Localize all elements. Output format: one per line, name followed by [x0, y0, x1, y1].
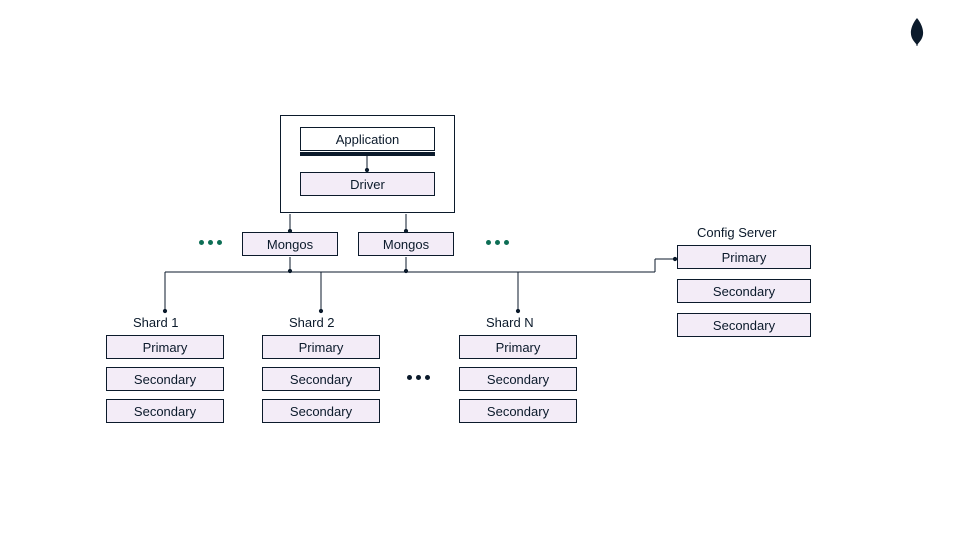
shard1-primary-box: Primary: [106, 335, 224, 359]
config-secondary2-label: Secondary: [713, 318, 775, 333]
shard2-title: Shard 2: [289, 315, 335, 330]
shardn-secondary1-label: Secondary: [487, 372, 549, 387]
ellipsis-shards-icon: [407, 375, 430, 380]
shardn-title: Shard N: [486, 315, 534, 330]
config-server-title: Config Server: [697, 225, 776, 240]
shardn-primary-box: Primary: [459, 335, 577, 359]
shard1-secondary2-label: Secondary: [134, 404, 196, 419]
driver-box: Driver: [300, 172, 435, 196]
mongos-left-label: Mongos: [267, 237, 313, 252]
shard1-title: Shard 1: [133, 315, 179, 330]
driver-label: Driver: [350, 177, 385, 192]
shard2-secondary2-label: Secondary: [290, 404, 352, 419]
shard1-secondary1-label: Secondary: [134, 372, 196, 387]
shard2-secondary1-label: Secondary: [290, 372, 352, 387]
shard2-secondary1-box: Secondary: [262, 367, 380, 391]
mongodb-leaf-icon: [906, 18, 928, 46]
application-box: Application: [300, 127, 435, 151]
ellipsis-routers-right-icon: [486, 240, 509, 245]
shardn-secondary1-box: Secondary: [459, 367, 577, 391]
shardn-primary-label: Primary: [496, 340, 541, 355]
config-secondary1-box: Secondary: [677, 279, 811, 303]
config-primary-label: Primary: [722, 250, 767, 265]
app-driver-separator: [300, 152, 435, 156]
shardn-secondary2-box: Secondary: [459, 399, 577, 423]
config-primary-box: Primary: [677, 245, 811, 269]
application-label: Application: [336, 132, 400, 147]
mongos-right-box: Mongos: [358, 232, 454, 256]
shardn-secondary2-label: Secondary: [487, 404, 549, 419]
config-secondary2-box: Secondary: [677, 313, 811, 337]
shard2-secondary2-box: Secondary: [262, 399, 380, 423]
shard1-secondary2-box: Secondary: [106, 399, 224, 423]
shard1-secondary1-box: Secondary: [106, 367, 224, 391]
mongos-left-box: Mongos: [242, 232, 338, 256]
mongos-right-label: Mongos: [383, 237, 429, 252]
shard2-primary-label: Primary: [299, 340, 344, 355]
shard1-primary-label: Primary: [143, 340, 188, 355]
shard2-primary-box: Primary: [262, 335, 380, 359]
config-secondary1-label: Secondary: [713, 284, 775, 299]
ellipsis-routers-left-icon: [199, 240, 222, 245]
connector-lines: [0, 0, 960, 540]
